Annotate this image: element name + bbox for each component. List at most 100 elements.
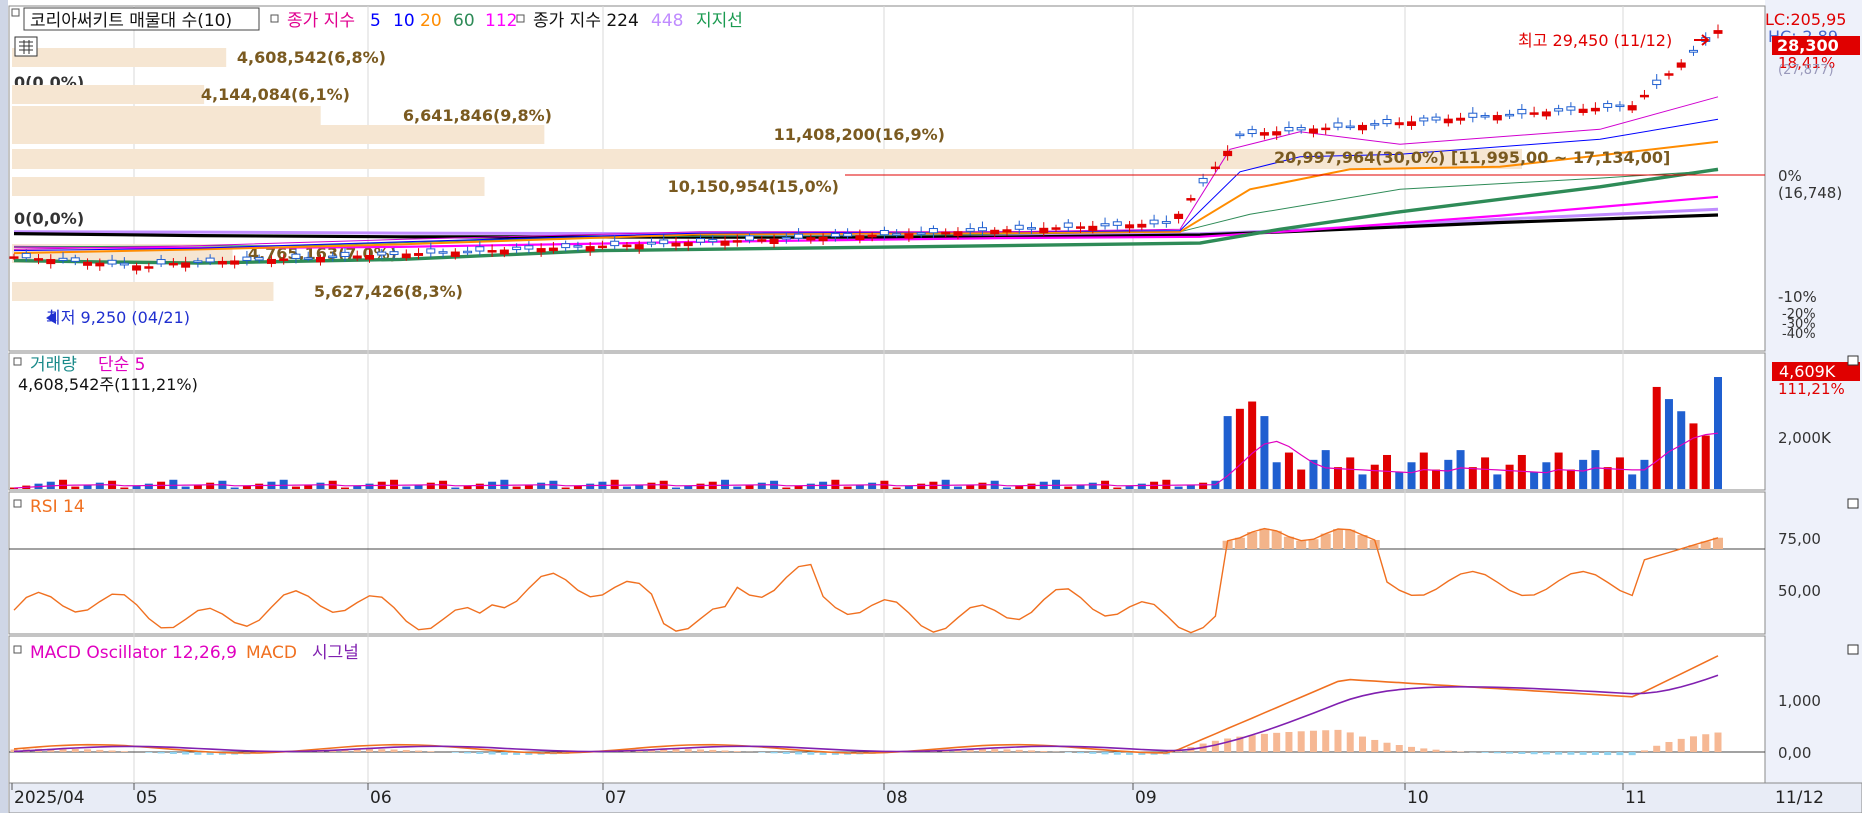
volume-bar bbox=[758, 483, 766, 489]
macd-histogram-bar bbox=[464, 752, 471, 753]
candle-body bbox=[84, 262, 92, 265]
macd-label: MACD bbox=[246, 643, 297, 663]
ma-period-5: 5 bbox=[370, 11, 381, 31]
volume-profile-label: 0(0,0%) bbox=[14, 209, 84, 228]
volume-bar bbox=[1628, 474, 1636, 489]
macd-histogram-bar bbox=[1665, 742, 1672, 752]
candle-body bbox=[500, 250, 508, 254]
candle-body bbox=[782, 237, 790, 239]
volume-bar bbox=[1591, 450, 1599, 489]
macd-histogram-bar bbox=[1384, 743, 1391, 752]
left-border bbox=[0, 0, 8, 813]
macd-histogram-bar bbox=[1494, 752, 1501, 753]
ma-title-224[interactable]: 종가 지수 224 bbox=[533, 11, 639, 31]
axis-label-m10: -10% bbox=[1778, 288, 1817, 306]
candle-body bbox=[525, 246, 533, 249]
rsi-title[interactable]: RSI 14 bbox=[30, 497, 85, 517]
volume-axis-label: 2,000K bbox=[1778, 429, 1832, 447]
candle-body bbox=[1457, 118, 1465, 120]
volume-bar bbox=[280, 480, 288, 489]
volume-bar bbox=[647, 483, 655, 489]
volume-profile-bar bbox=[12, 125, 544, 144]
macd-histogram-bar bbox=[121, 751, 128, 752]
macd-histogram-bar bbox=[452, 752, 459, 753]
close-icon[interactable] bbox=[1848, 356, 1858, 365]
close-icon[interactable] bbox=[1848, 645, 1858, 654]
macd-axis-0: 0,00 bbox=[1778, 744, 1811, 762]
volume-bar bbox=[1395, 472, 1403, 489]
candle-body bbox=[316, 257, 324, 261]
ma-period-20: 20 bbox=[420, 11, 442, 31]
volume-bar bbox=[586, 484, 594, 489]
macd-histogram-bar bbox=[1065, 752, 1072, 753]
candle-body bbox=[733, 241, 741, 243]
volume-bar bbox=[1322, 450, 1330, 489]
volume-profile-bar bbox=[12, 85, 204, 104]
candle-body bbox=[1616, 105, 1624, 107]
candle-body bbox=[1395, 123, 1403, 125]
candle-body bbox=[108, 260, 116, 264]
volume-bar bbox=[292, 487, 300, 489]
volume-title[interactable]: 거래량 bbox=[30, 355, 77, 375]
macd-histogram-bar bbox=[795, 752, 802, 754]
volume-bar bbox=[1481, 457, 1489, 489]
macd-histogram-bar bbox=[1040, 751, 1047, 752]
macd-histogram-bar bbox=[366, 749, 373, 752]
current-price: 28,300 bbox=[1777, 36, 1839, 55]
macd-histogram-bar bbox=[1249, 735, 1256, 752]
support-line-label[interactable]: 지지선 bbox=[696, 11, 743, 31]
current-change-back: (27,877) bbox=[1778, 63, 1834, 78]
candle-body bbox=[1175, 214, 1183, 218]
volume-current-pct: 111,21% bbox=[1778, 380, 1845, 398]
volume-bar bbox=[451, 488, 459, 489]
macd-histogram-bar bbox=[1347, 732, 1354, 752]
candle-body bbox=[574, 246, 582, 248]
macd-histogram-bar bbox=[1310, 731, 1317, 752]
macd-histogram-bar bbox=[415, 751, 422, 752]
stock-name[interactable]: 코리아써키트 매물대 수(10) bbox=[30, 11, 232, 31]
candle-body bbox=[353, 256, 361, 258]
macd-histogram-bar bbox=[1702, 734, 1709, 752]
volume-bar bbox=[1175, 487, 1183, 489]
candle-body bbox=[537, 249, 545, 252]
candle-body bbox=[22, 253, 30, 257]
candle-body bbox=[169, 263, 177, 265]
volume-bar bbox=[1064, 487, 1072, 489]
macd-histogram-bar bbox=[1089, 752, 1096, 754]
macd-histogram-bar bbox=[1273, 733, 1280, 752]
macd-histogram-bar bbox=[1506, 752, 1513, 754]
volume-bar bbox=[1027, 484, 1035, 489]
volume-bar bbox=[1604, 467, 1612, 489]
volume-bar bbox=[1493, 474, 1501, 489]
volume-bar bbox=[1408, 462, 1416, 489]
signal-label: 시그널 bbox=[312, 643, 359, 663]
candle-body bbox=[157, 260, 165, 264]
volume-bar bbox=[1273, 462, 1281, 489]
volume-bar bbox=[1236, 409, 1244, 489]
candle-body bbox=[1420, 118, 1428, 121]
macd-histogram-bar bbox=[1359, 737, 1366, 752]
ma-title[interactable]: 종가 지수 bbox=[287, 11, 355, 31]
close-icon[interactable] bbox=[1848, 499, 1858, 508]
candle-body bbox=[929, 229, 937, 233]
volume-bar bbox=[255, 484, 263, 489]
macd-histogram-bar bbox=[1531, 752, 1538, 754]
volume-bar bbox=[96, 483, 104, 489]
candle-body bbox=[721, 241, 729, 245]
candle-body bbox=[1309, 129, 1317, 133]
candle-body bbox=[1714, 31, 1722, 34]
candle-body bbox=[1138, 224, 1146, 227]
macd-histogram-bar bbox=[783, 752, 790, 754]
candle-body bbox=[562, 244, 570, 248]
macd-histogram-bar bbox=[697, 749, 704, 752]
candle-body bbox=[819, 237, 827, 240]
candle-body bbox=[1640, 95, 1648, 97]
candle-body bbox=[905, 234, 913, 238]
candle-body bbox=[709, 240, 717, 242]
macd-histogram-bar bbox=[1592, 752, 1599, 755]
macd-histogram-bar bbox=[1261, 734, 1268, 752]
candle-body bbox=[47, 260, 55, 264]
candle-body bbox=[1408, 122, 1416, 126]
volume-profile-bar bbox=[12, 106, 321, 125]
macd-title[interactable]: MACD Oscillator 12,26,9 bbox=[30, 643, 237, 663]
